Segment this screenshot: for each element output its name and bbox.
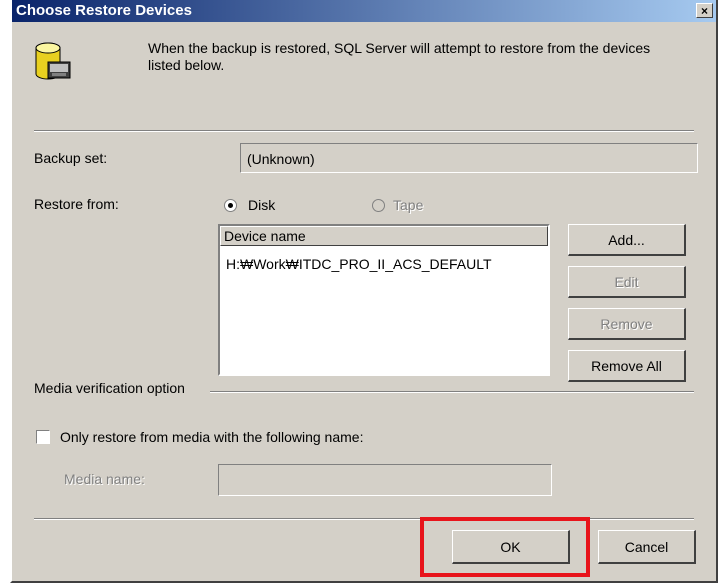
device-list-item[interactable]: H:₩Work₩ITDC_PRO_II_ACS_DEFAULT — [226, 256, 492, 272]
backup-set-label: Backup set: — [34, 150, 108, 166]
dialog-title: Choose Restore Devices — [16, 2, 192, 19]
add-button[interactable]: Add... — [568, 224, 686, 256]
close-icon[interactable]: × — [696, 3, 713, 18]
media-name-input[interactable] — [218, 464, 552, 496]
backup-set-field: (Unknown) — [240, 143, 698, 173]
tape-radio[interactable] — [372, 199, 385, 212]
device-name-column-header[interactable]: Device name — [220, 226, 548, 246]
remove-all-button[interactable]: Remove All — [568, 350, 686, 382]
media-verification-label: Media verification option — [34, 380, 185, 396]
separator-top — [34, 130, 694, 132]
choose-restore-devices-dialog: Choose Restore Devices × When the backup… — [10, 0, 718, 583]
only-restore-media-label[interactable]: Only restore from media with the followi… — [60, 429, 363, 445]
backup-set-value: (Unknown) — [247, 151, 315, 167]
restore-info-message: When the backup is restored, SQL Server … — [148, 40, 651, 73]
media-name-label: Media name: — [64, 471, 145, 487]
edit-button[interactable]: Edit — [568, 266, 686, 298]
disk-radio[interactable] — [224, 199, 237, 212]
restore-from-label: Restore from: — [34, 196, 119, 212]
ok-highlight-box — [420, 517, 590, 577]
tape-radio-label[interactable]: Tape — [393, 197, 423, 213]
separator-bottom — [34, 518, 694, 520]
remove-button[interactable]: Remove — [568, 308, 686, 340]
device-list[interactable]: Device name H:₩Work₩ITDC_PRO_II_ACS_DEFA… — [218, 224, 550, 376]
cancel-button[interactable]: Cancel — [598, 530, 696, 564]
database-tape-icon — [35, 42, 71, 80]
disk-radio-label[interactable]: Disk — [248, 197, 275, 213]
title-bar[interactable]: Choose Restore Devices × — [12, 0, 716, 22]
separator-media — [210, 391, 694, 393]
only-restore-media-checkbox[interactable] — [36, 430, 50, 444]
